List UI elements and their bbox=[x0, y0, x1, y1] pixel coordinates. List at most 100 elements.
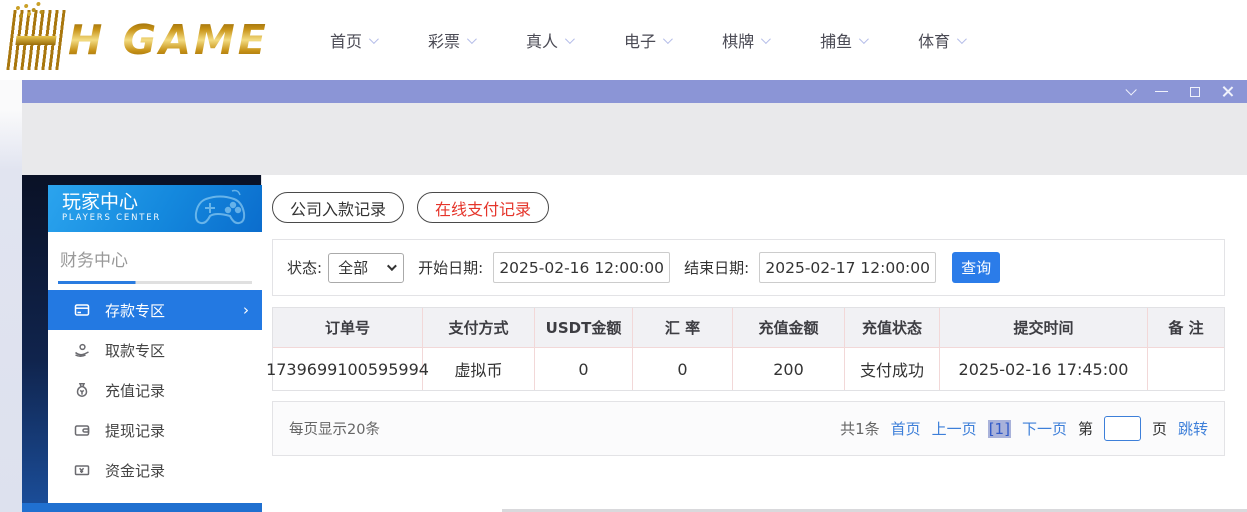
jump-prefix: 第 bbox=[1078, 418, 1093, 439]
window-empty-zone bbox=[22, 103, 1247, 175]
chevron-down-icon bbox=[957, 34, 967, 44]
sidebar-item-recharge-records[interactable]: 充值记录 bbox=[48, 370, 262, 410]
nav-item-live[interactable]: 真人 bbox=[526, 28, 572, 52]
wallet-icon bbox=[74, 422, 90, 438]
coupon-icon bbox=[74, 462, 90, 478]
filter-bar: 状态: 全部 开始日期: 结束日期: 查询 bbox=[272, 239, 1225, 296]
gamepad-icon bbox=[188, 189, 252, 229]
sidebar-item-withdrawal-records[interactable]: 提现记录 bbox=[48, 410, 262, 450]
pagination-controls: 共1条 首页 上一页 [1] 下一页 第 页 跳转 bbox=[840, 416, 1208, 441]
collapse-icon[interactable] bbox=[1125, 84, 1136, 95]
column-header-remark: 备 注 bbox=[1148, 308, 1224, 348]
first-page-link[interactable]: 首页 bbox=[891, 418, 921, 439]
window-titlebar bbox=[22, 80, 1247, 103]
chevron-down-icon bbox=[369, 34, 379, 44]
deposit-card-icon bbox=[74, 302, 90, 318]
start-date-input[interactable] bbox=[493, 252, 670, 283]
document-icon bbox=[74, 502, 90, 503]
column-header-recharge-amount: 充值金额 bbox=[733, 308, 845, 348]
cell-submit-time: 2025-02-16 17:45:00 bbox=[940, 348, 1148, 390]
sidebar-item-label: 取款专区 bbox=[105, 340, 165, 361]
sidebar-section-title: 财务中心 bbox=[48, 232, 262, 277]
records-table: 订单号 支付方式 USDT金额 汇 率 充值金额 充值状态 提交时间 备 注 1… bbox=[272, 307, 1225, 391]
column-header-submit-time: 提交时间 bbox=[940, 308, 1148, 348]
total-count: 共1条 bbox=[840, 418, 880, 439]
cell-remark bbox=[1148, 348, 1224, 390]
sidebar-item-label: 存款专区 bbox=[105, 300, 165, 321]
query-button[interactable]: 查询 bbox=[952, 252, 1000, 283]
tab-company-deposit-records[interactable]: 公司入款记录 bbox=[272, 192, 404, 223]
nav-item-sports[interactable]: 体育 bbox=[918, 28, 964, 52]
cell-recharge-status: 支付成功 bbox=[845, 348, 940, 390]
nav-item-lottery[interactable]: 彩票 bbox=[428, 28, 474, 52]
chevron-down-icon bbox=[859, 34, 869, 44]
logo-mark-icon bbox=[6, 10, 65, 70]
start-date-label: 开始日期: bbox=[418, 257, 483, 278]
chevron-right-icon: › bbox=[243, 301, 249, 319]
sidebar-item-funds-records[interactable]: 资金记录 bbox=[48, 450, 262, 490]
page-number-input[interactable] bbox=[1104, 416, 1141, 441]
screen: H GAME 首页 彩票 真人 电子 棋牌 捕鱼 体育 玩家中心 PLAYERS… bbox=[0, 0, 1247, 512]
column-header-recharge-status: 充值状态 bbox=[845, 308, 940, 348]
current-page: [1] bbox=[988, 420, 1011, 438]
maximize-icon[interactable] bbox=[1190, 87, 1200, 97]
sidebar-item-label: 资金记录 bbox=[105, 460, 165, 481]
nav-item-fishing[interactable]: 捕鱼 bbox=[820, 28, 866, 52]
cell-order-no: 1739699100595994 bbox=[273, 348, 423, 390]
sidebar-header: 玩家中心 PLAYERS CENTER bbox=[48, 185, 262, 232]
sidebar-menu: 存款专区 › 取款专区 充值记录 bbox=[48, 290, 262, 503]
next-page-link[interactable]: 下一页 bbox=[1022, 418, 1067, 439]
content-region: 玩家中心 PLAYERS CENTER 财务中心 bbox=[22, 175, 1247, 512]
record-tabs: 公司入款记录 在线支付记录 bbox=[272, 192, 1225, 223]
site-logo[interactable]: H GAME bbox=[10, 6, 269, 74]
cell-pay-method: 虚拟币 bbox=[423, 348, 535, 390]
main-nav: 首页 彩票 真人 电子 棋牌 捕鱼 体育 bbox=[330, 0, 964, 80]
page-left-margin bbox=[0, 80, 22, 512]
nav-item-slots[interactable]: 电子 bbox=[624, 28, 670, 52]
chevron-down-icon bbox=[565, 34, 575, 44]
cell-rate: 0 bbox=[633, 348, 733, 390]
main-panel: 公司入款记录 在线支付记录 状态: 全部 开始日期: 结束日期: 查询 订单号 … bbox=[262, 175, 1247, 512]
sidebar: 玩家中心 PLAYERS CENTER 财务中心 bbox=[48, 185, 262, 503]
status-select[interactable]: 全部 bbox=[328, 253, 404, 283]
table-header-row: 订单号 支付方式 USDT金额 汇 率 充值金额 充值状态 提交时间 备 注 bbox=[273, 308, 1224, 348]
money-bag-icon bbox=[74, 382, 90, 398]
sidebar-item-deposit-zone[interactable]: 存款专区 › bbox=[48, 290, 262, 330]
status-label: 状态: bbox=[287, 257, 322, 278]
cell-usdt-amount: 0 bbox=[535, 348, 633, 390]
end-date-label: 结束日期: bbox=[684, 257, 749, 278]
logo-text: H GAME bbox=[68, 16, 269, 64]
column-header-pay-method: 支付方式 bbox=[423, 308, 535, 348]
jump-suffix: 页 bbox=[1152, 418, 1167, 439]
sidebar-item-withdraw-zone[interactable]: 取款专区 bbox=[48, 330, 262, 370]
sidebar-bottom-strip bbox=[22, 503, 262, 512]
cell-recharge-amount: 200 bbox=[733, 348, 845, 390]
minimize-icon[interactable] bbox=[1155, 91, 1168, 92]
chevron-down-icon bbox=[761, 34, 771, 44]
sidebar-item-label: 充值记录 bbox=[105, 380, 165, 401]
end-date-input[interactable] bbox=[759, 252, 936, 283]
sidebar-background: 玩家中心 PLAYERS CENTER 财务中心 bbox=[22, 175, 262, 512]
column-header-rate: 汇 率 bbox=[633, 308, 733, 348]
table-row: 1739699100595994 虚拟币 0 0 200 支付成功 2025-0… bbox=[273, 348, 1224, 390]
column-header-order-no: 订单号 bbox=[273, 308, 423, 348]
close-icon[interactable] bbox=[1222, 86, 1233, 97]
chevron-down-icon bbox=[663, 34, 673, 44]
prev-page-link[interactable]: 上一页 bbox=[932, 418, 977, 439]
jump-link[interactable]: 跳转 bbox=[1178, 418, 1208, 439]
sidebar-item-label: 彩票下注明细 bbox=[105, 500, 195, 504]
site-header: H GAME 首页 彩票 真人 电子 棋牌 捕鱼 体育 bbox=[0, 0, 1247, 80]
nav-item-board-games[interactable]: 棋牌 bbox=[722, 28, 768, 52]
tab-online-payment-records[interactable]: 在线支付记录 bbox=[417, 192, 549, 223]
chevron-down-icon bbox=[387, 261, 397, 271]
nav-item-home[interactable]: 首页 bbox=[330, 28, 376, 52]
pagination-bar: 每页显示20条 共1条 首页 上一页 [1] 下一页 第 页 跳转 bbox=[272, 401, 1225, 456]
chevron-down-icon bbox=[467, 34, 477, 44]
sidebar-item-lottery-bet-details[interactable]: 彩票下注明细 bbox=[48, 490, 262, 503]
sidebar-item-label: 提现记录 bbox=[105, 420, 165, 441]
hand-coin-icon bbox=[74, 342, 90, 358]
per-page-text: 每页显示20条 bbox=[289, 418, 380, 439]
status-select-value: 全部 bbox=[338, 257, 368, 278]
column-header-usdt-amount: USDT金额 bbox=[535, 308, 633, 348]
sidebar-divider bbox=[58, 281, 252, 284]
